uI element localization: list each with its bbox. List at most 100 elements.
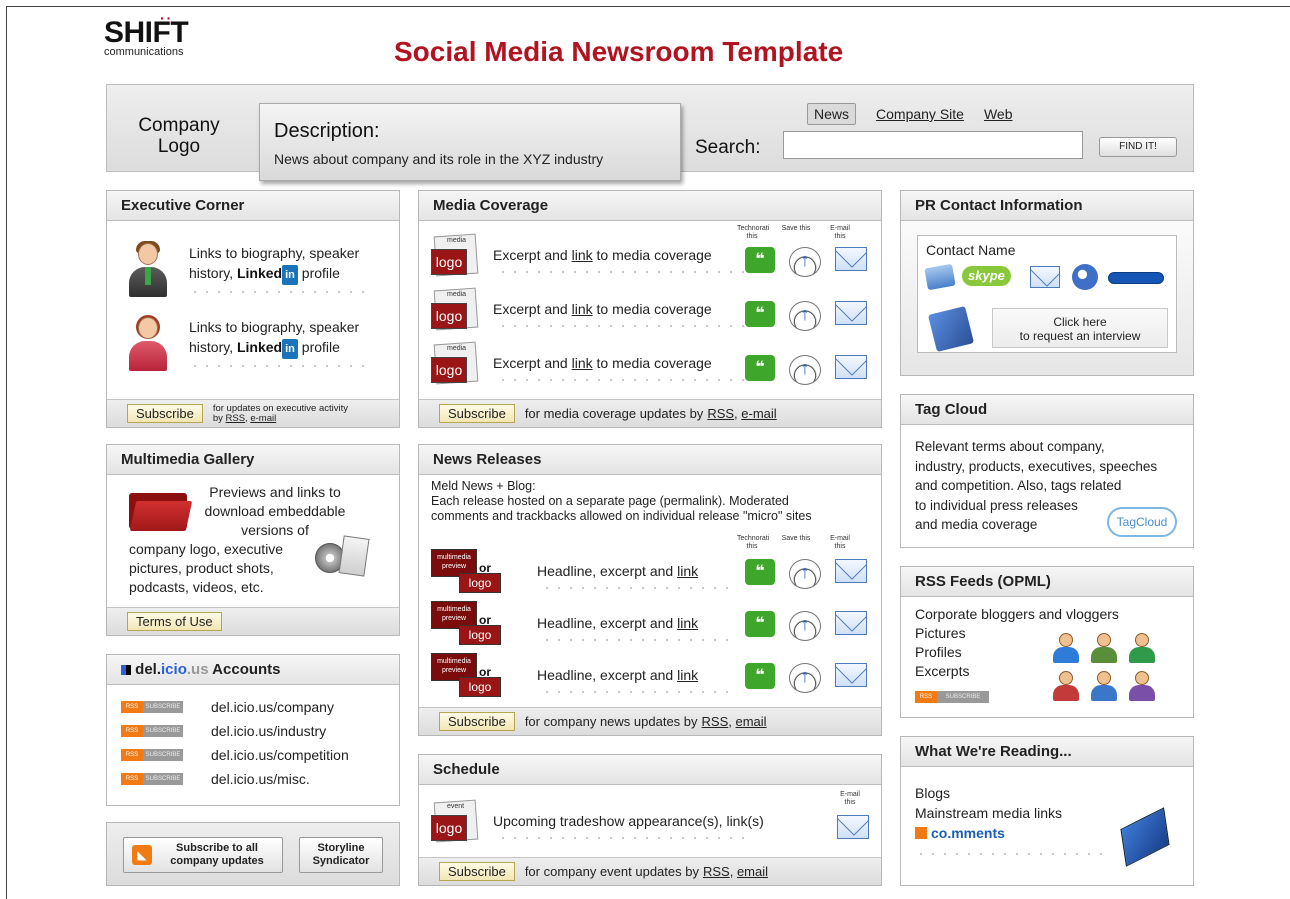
email-link[interactable]: e-mail	[741, 406, 776, 421]
delicious-link[interactable]: del.icio.us/misc.	[211, 771, 310, 787]
rss-subscribe-badge[interactable]: RSS SUBSCRIBE	[121, 701, 183, 713]
save-icon[interactable]: ↑	[789, 301, 821, 331]
email-icon[interactable]	[835, 247, 867, 271]
technorati-icon[interactable]: ❝	[745, 301, 775, 327]
release-pre: Headline, excerpt and	[537, 563, 674, 579]
find-button[interactable]: FIND IT!	[1099, 137, 1177, 157]
phone-icon[interactable]	[924, 263, 956, 291]
multimedia-preview-icon: multimedia preview or logo	[431, 549, 501, 593]
tab-news[interactable]: News	[807, 103, 857, 125]
technorati-icon[interactable]: ❝	[745, 611, 775, 637]
email-link[interactable]: email	[737, 864, 768, 879]
tag-cloud-panel: Tag Cloud Relevant terms about company, …	[900, 394, 1194, 548]
request-interview-button[interactable]: Click here to request an interview	[992, 308, 1168, 348]
subscribe-all-button[interactable]: ◣ Subscribe to all company updates	[123, 837, 283, 873]
comments-icon	[915, 827, 927, 839]
subscribe-badge-label: SUBSCRIBE	[143, 701, 183, 713]
subscribe-button[interactable]: Subscribe	[127, 404, 203, 423]
email-icon[interactable]	[1030, 266, 1060, 288]
release-link[interactable]: link	[677, 563, 698, 579]
tagcloud-badge[interactable]: TagCloud	[1107, 507, 1177, 537]
save-icon[interactable]: ↑	[789, 559, 821, 589]
delicious-title-a: del.	[135, 661, 162, 678]
linkedin-link[interactable]: Linked in	[237, 339, 298, 359]
delicious-link[interactable]: del.icio.us/competition	[211, 747, 349, 763]
rss-link[interactable]: RSS	[702, 714, 729, 729]
subscribe-button[interactable]: Subscribe	[439, 712, 515, 731]
save-icon[interactable]: ↑	[789, 663, 821, 693]
technorati-icon[interactable]: ❝	[745, 663, 775, 689]
item-actions: ❝ ↑	[745, 663, 867, 693]
reading-item[interactable]: Blogs	[915, 783, 1111, 803]
delicious-item: RSS SUBSCRIBE del.icio.us/misc.	[121, 771, 310, 787]
subscribe-button[interactable]: Subscribe	[439, 404, 515, 423]
rss-subscribe-badge[interactable]: RSS SUBSCRIBE	[121, 749, 183, 761]
exec-profile-text: profile	[301, 265, 340, 281]
logo-tag: media	[447, 345, 467, 352]
email-link[interactable]: email	[736, 714, 767, 729]
rss-subscribe-badge[interactable]: RSS SUBSCRIBE	[121, 725, 183, 737]
online-status-icon[interactable]	[1108, 272, 1164, 284]
release-link[interactable]: link	[677, 615, 698, 631]
save-icon[interactable]: ↑	[789, 611, 821, 641]
rss-link[interactable]: RSS	[707, 406, 734, 421]
contact-card: Contact Name skype Click here to request…	[917, 235, 1177, 353]
comments-label: co.mments	[931, 825, 1005, 841]
delicious-link[interactable]: del.icio.us/company	[211, 699, 334, 715]
delicious-link[interactable]: del.icio.us/industry	[211, 723, 326, 739]
technorati-icon[interactable]: ❝	[745, 559, 775, 585]
coverage-link[interactable]: link	[572, 247, 593, 263]
rss-link[interactable]: RSS	[226, 413, 246, 424]
email-link[interactable]: e-mail	[250, 413, 276, 424]
panel-title: What We're Reading...	[901, 737, 1193, 767]
dotted-rule	[541, 689, 731, 695]
linkedin-link[interactable]: Linked in	[237, 265, 298, 285]
technorati-icon[interactable]: ❝	[745, 247, 775, 273]
media-logo-icon: media logo	[431, 341, 479, 387]
email-icon[interactable]	[835, 355, 867, 379]
tab-company-site[interactable]: Company Site	[876, 106, 964, 122]
skype-icon[interactable]: skype	[962, 266, 1011, 286]
email-icon[interactable]	[835, 611, 867, 635]
email-icon[interactable]	[837, 815, 869, 839]
request-interview-icon[interactable]	[927, 305, 975, 353]
release-link[interactable]: link	[677, 667, 698, 683]
subscribe-button[interactable]: Subscribe	[439, 862, 515, 881]
coverage-link[interactable]: link	[572, 301, 593, 317]
comments-link[interactable]: co.mments	[915, 823, 1111, 843]
panel-footer: Subscribe for company news updates by RS…	[419, 707, 881, 735]
logo-label: logo	[431, 249, 467, 275]
multimedia-preview-icon: multimedia preview or logo	[431, 653, 501, 697]
rss-feed-item[interactable]: Corporate bloggers and vloggers	[915, 605, 1119, 624]
rss-subscribe-badge[interactable]: RSS SUBSCRIBE	[915, 691, 989, 703]
subscribe-badge-label: SUBSCRIBE	[143, 749, 183, 761]
shift-logo[interactable]: ·· SHIFT communications	[104, 10, 189, 58]
save-icon[interactable]: ↑	[789, 247, 821, 277]
media-coverage-item: media logo Excerpt and link to media cove…	[431, 287, 877, 337]
news-release-item: multimedia preview or logo Headline, excer…	[431, 653, 877, 703]
email-icon[interactable]	[835, 301, 867, 325]
email-icon[interactable]	[835, 663, 867, 687]
terms-of-use-button[interactable]: Terms of Use	[127, 612, 222, 631]
tab-web[interactable]: Web	[984, 106, 1013, 122]
rss-link[interactable]: RSS	[703, 864, 730, 879]
search-tabs: News Company Site Web	[807, 103, 1013, 125]
multimedia-line: Previews and links to	[209, 484, 341, 500]
email-icon[interactable]	[835, 559, 867, 583]
coverage-link[interactable]: link	[572, 355, 593, 371]
technorati-icon[interactable]: ❝	[745, 355, 775, 381]
blogger-icon	[1089, 633, 1119, 663]
description-box: Description: News about company and its …	[259, 103, 681, 181]
rss-subscribe-badge[interactable]: RSS SUBSCRIBE	[121, 773, 183, 785]
save-icon[interactable]: ↑	[789, 355, 821, 385]
top-banner: Company Logo Description: News about com…	[106, 84, 1194, 181]
instant-messenger-icon[interactable]	[1072, 264, 1098, 290]
logo-tag: event	[447, 803, 465, 810]
delicious-accounts-panel: del.icio.us Accounts RSS SUBSCRIBE del.ic…	[106, 654, 400, 806]
company-logo-placeholder[interactable]: Company Logo	[127, 115, 231, 157]
search-input[interactable]	[783, 131, 1083, 159]
item-actions	[837, 815, 869, 839]
storyline-syndicator-button[interactable]: Storyline Syndicator	[299, 837, 383, 873]
reading-item[interactable]: Mainstream media links	[915, 803, 1111, 823]
panel-footer: Subscribe for company event updates by R…	[419, 857, 881, 885]
